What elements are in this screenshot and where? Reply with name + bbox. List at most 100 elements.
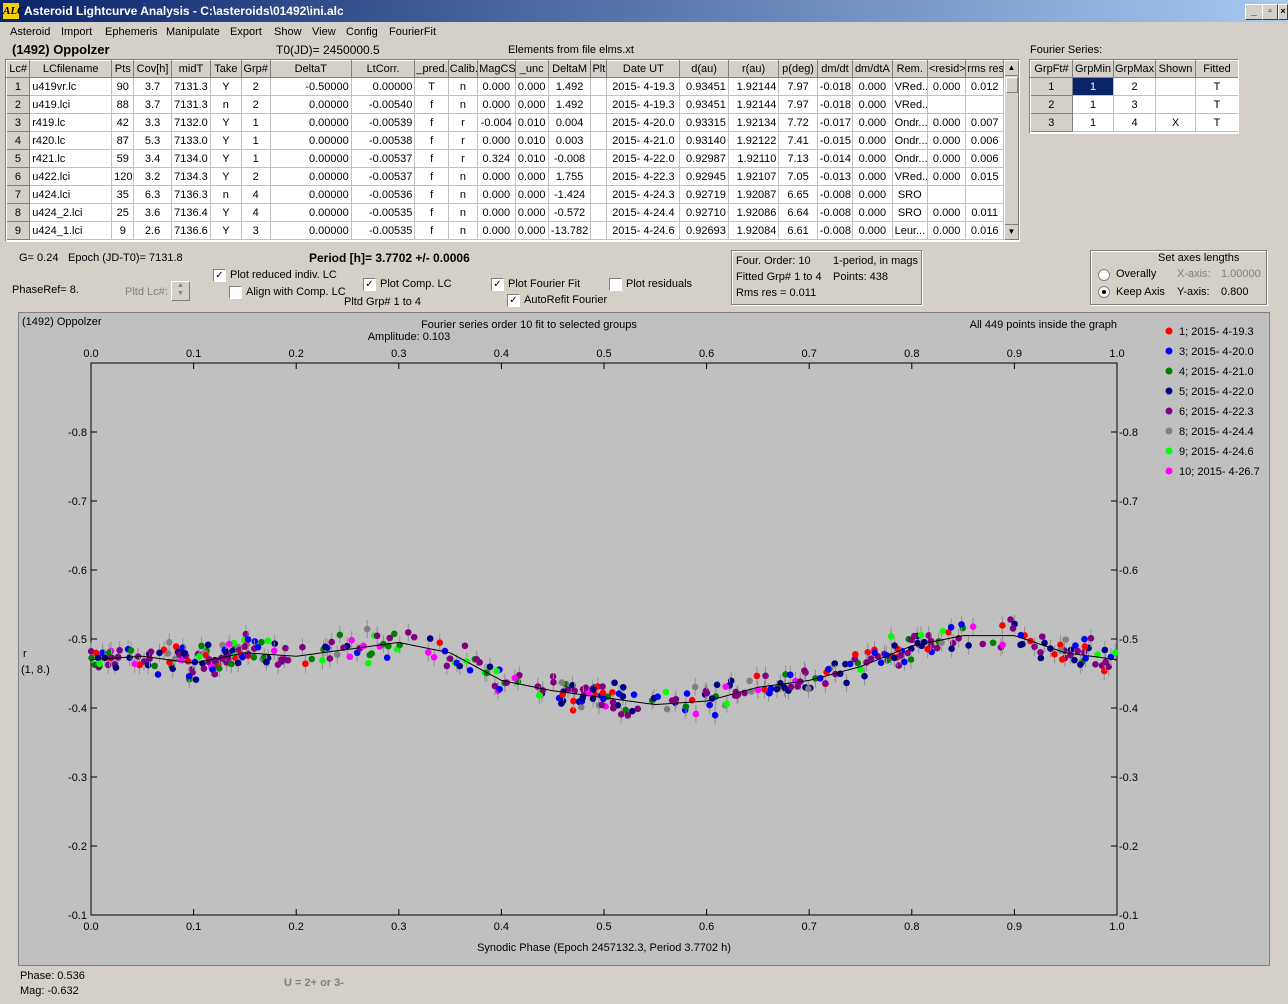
table-cell[interactable]: 7.97 [778,77,818,96]
menu-show[interactable]: Show [274,26,302,38]
lc-column-header[interactable]: Pts [111,60,135,78]
table-cell[interactable]: f [414,185,449,204]
close-button[interactable]: × [1278,4,1288,20]
table-cell[interactable]: -0.00539 [351,113,416,132]
table-cell[interactable]: f [414,95,449,114]
table-cell[interactable]: 120 [111,167,135,186]
table-cell[interactable]: 0.011 [965,203,1004,222]
table-cell[interactable]: X [1155,113,1196,132]
table-cell[interactable]: r [448,149,479,168]
table-cell[interactable]: 0.00000 [270,131,352,150]
table-cell[interactable]: f [414,149,449,168]
lc-column-header[interactable]: dm/dt [816,60,854,78]
table-cell[interactable]: 3 [1113,95,1156,114]
table-cell[interactable]: 0.000 [927,167,967,186]
menu-view[interactable]: View [312,26,336,38]
lc-column-header[interactable]: Rem. [891,60,928,78]
table-cell[interactable]: SRO [892,203,928,222]
lc-column-header[interactable]: _pred. [414,60,449,78]
table-cell[interactable]: r419.lc [29,113,113,132]
lc-column-header[interactable]: LtCorr. [350,60,416,78]
table-cell[interactable]: 90 [111,77,135,96]
table-cell[interactable]: 2 [1113,77,1156,96]
table-cell[interactable]: 7.72 [778,113,818,132]
yaxis-value[interactable]: 0.800 [1221,286,1249,298]
table-cell[interactable]: VRed... [892,167,928,186]
table-cell[interactable]: u419.lci [29,95,113,114]
table-cell[interactable]: 0.000 [852,113,893,132]
lc-column-header[interactable]: midT [170,60,212,78]
table-cell[interactable]: r420.lc [29,131,113,150]
fourier-column-header[interactable]: GrpMax [1113,60,1156,78]
table-cell[interactable]: 0.000 [927,113,967,132]
table-cell[interactable] [927,185,967,204]
table-cell[interactable]: -0.008 [817,185,854,204]
table-cell[interactable]: 7133.0 [171,131,212,150]
table-cell[interactable]: n [448,95,479,114]
table-cell[interactable]: 0.000 [927,77,967,96]
table-cell[interactable]: 6.61 [778,221,818,240]
align-comp-checkbox[interactable] [229,286,242,299]
table-cell[interactable]: 2015- 4-21.0 [606,131,681,150]
table-cell[interactable]: 2015- 4-24.3 [606,185,681,204]
row-number[interactable]: 1 [6,77,31,96]
table-cell[interactable]: n [448,203,479,222]
keep-axis-radio[interactable] [1098,286,1110,298]
lc-column-header[interactable]: LCfilename [29,60,113,78]
lc-column-header[interactable]: DeltaM [547,60,592,78]
table-cell[interactable]: r [448,113,479,132]
table-row[interactable]: 1 u419vr.lc 90 3.7 7131.3 Y 2 -0.50000 0.00000 Tn… [6,77,1004,96]
table-cell[interactable]: 3.4 [133,149,172,168]
lc-column-header[interactable]: Plt [590,60,608,78]
table-cell[interactable]: 0.000 [477,95,516,114]
table-cell[interactable]: -0.017 [817,113,854,132]
table-cell[interactable]: 88 [111,95,135,114]
table-cell[interactable]: 0.93140 [679,131,729,150]
table-cell[interactable]: 6.64 [778,203,818,222]
lc-column-header[interactable]: <resid> [926,60,967,78]
table-cell[interactable]: 0.00000 [351,77,416,96]
table-cell[interactable]: -0.00536 [351,185,416,204]
table-cell[interactable]: 4 [241,203,271,222]
lc-column-header[interactable]: rms res [965,60,1004,78]
table-row[interactable]: 8 u424_2.lci 25 3.6 7136.4 Y 4 0.00000 -0.00535 f… [6,203,1004,222]
menu-fourierfit[interactable]: FourierFit [389,26,436,38]
fourier-row[interactable]: 112T [1030,77,1238,96]
table-cell[interactable]: 0.000 [927,221,967,240]
table-cell[interactable]: 3.3 [133,113,172,132]
lc-column-header[interactable]: p(deg) [778,60,818,78]
table-cell[interactable]: 0.000 [515,167,549,186]
table-cell[interactable] [965,95,1004,114]
table-cell[interactable]: 0.000 [852,131,893,150]
table-row[interactable]: 2 u419.lci 88 3.7 7131.3 n 2 0.00000 -0.00540 f n 0… [6,95,1004,114]
table-cell[interactable]: 6.65 [778,185,818,204]
table-cell[interactable]: -0.00540 [351,95,416,114]
lc-column-header[interactable]: Grp# [240,60,271,78]
table-cell[interactable]: 0.000 [927,149,967,168]
menu-ephemeris[interactable]: Ephemeris [105,26,158,38]
table-cell[interactable]: 0.000 [852,185,893,204]
table-cell[interactable]: 0.004 [548,113,592,132]
plot-reduced-checkbox[interactable]: ✓ [213,269,226,282]
table-cell[interactable]: 7131.3 [171,77,212,96]
fourier-column-header[interactable]: Shown [1155,60,1196,78]
table-cell[interactable]: -0.00537 [351,167,416,186]
plot-residuals-checkbox[interactable] [609,278,622,291]
table-cell[interactable]: u424_1.lci [29,221,113,240]
table-cell[interactable]: 1.92110 [728,149,780,168]
table-cell[interactable]: 0.007 [965,113,1004,132]
table-cell[interactable]: 0.010 [515,131,549,150]
lc-column-header[interactable]: DeltaT [269,60,352,78]
table-cell[interactable]: u419vr.lc [29,77,113,96]
lc-column-header[interactable]: d(au) [679,60,729,78]
row-number[interactable]: 5 [6,149,31,168]
table-cell[interactable]: -0.00535 [351,203,416,222]
table-cell[interactable]: 3.7 [133,95,172,114]
table-cell[interactable]: 2.6 [133,221,172,240]
fourier-column-header[interactable]: GrpMin [1072,60,1114,78]
table-cell[interactable]: 0.016 [965,221,1004,240]
table-row[interactable]: 7 u424.lci 35 6.3 7136.3 n 4 0.00000 -0.00536 f n 0… [6,185,1004,204]
restore-button[interactable]: ▫ [1262,4,1278,20]
table-cell[interactable]: 0.00000 [270,221,352,240]
table-cell[interactable]: 3 [241,221,271,240]
